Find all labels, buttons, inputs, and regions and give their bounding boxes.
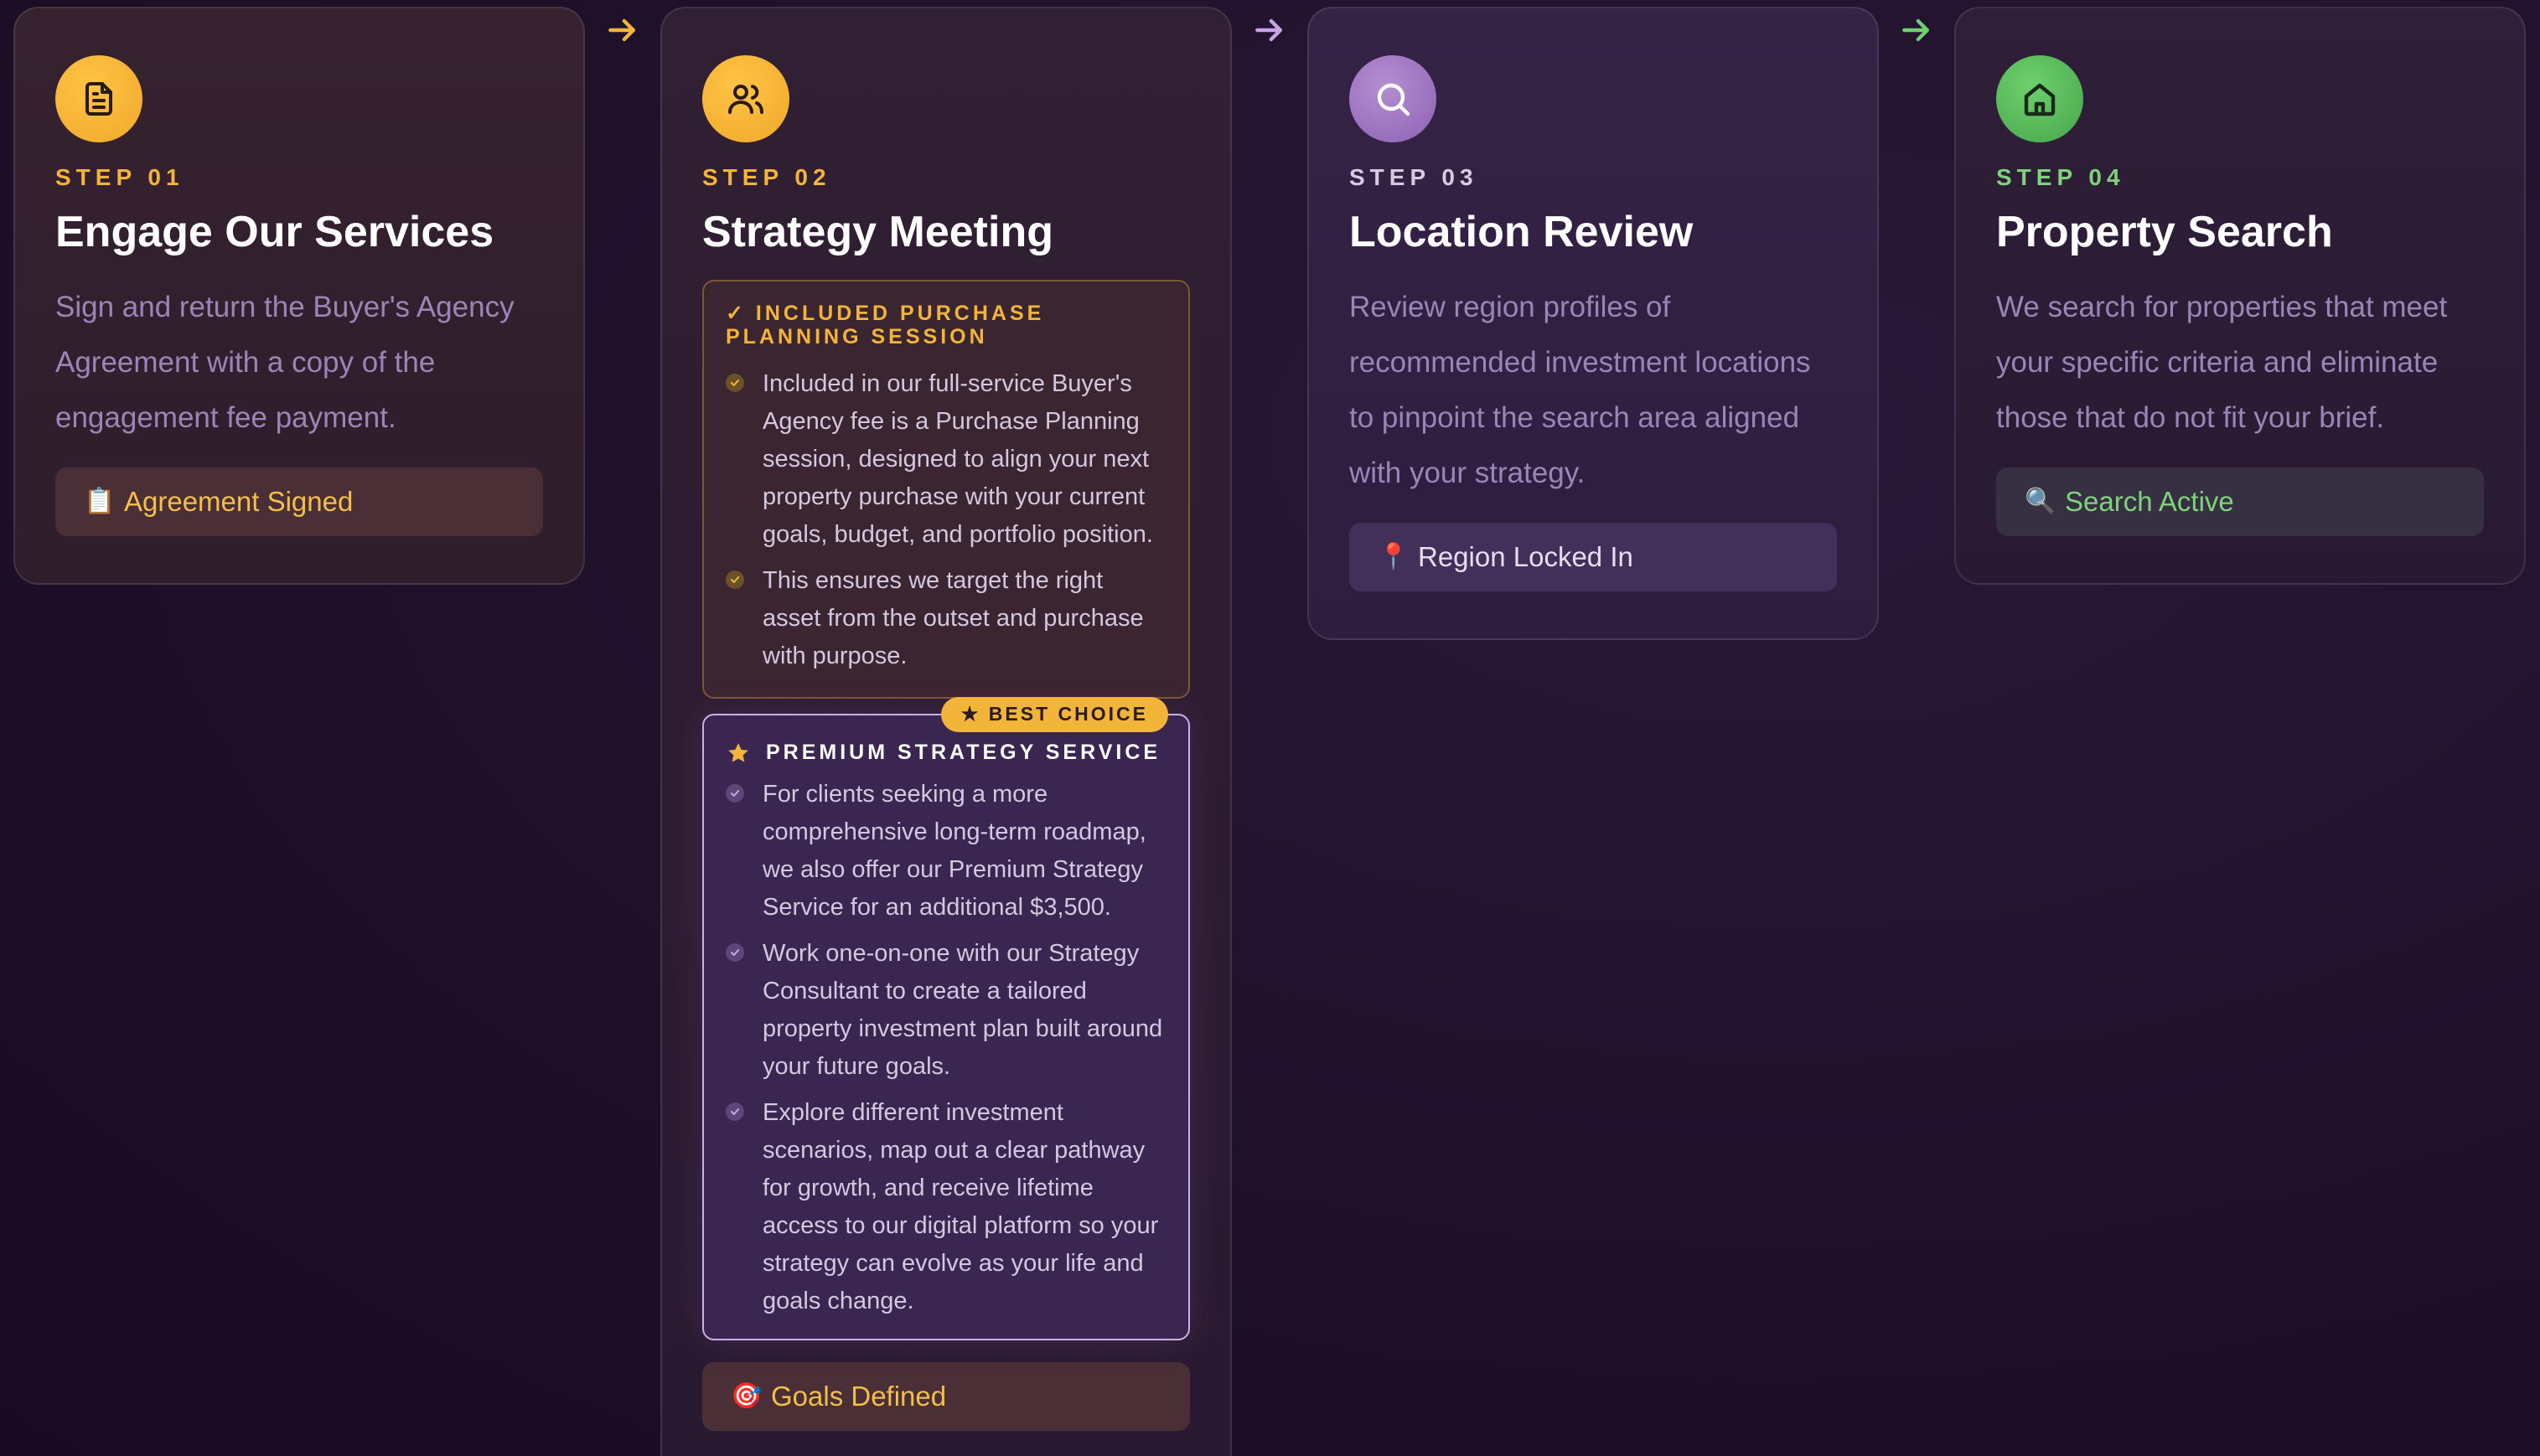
home-icon [1996, 55, 2083, 142]
list-item: Work one-on-one with our Strategy Consul… [726, 935, 1167, 1086]
status-badge: 📋 Agreement Signed [55, 467, 543, 536]
included-session-box: ✓ INCLUDED PURCHASE PLANNING SESSION Inc… [702, 279, 1190, 699]
clipboard-icon: 📋 [84, 488, 116, 516]
step-card-property: STEP 04 Property Search We search for pr… [1954, 7, 2526, 585]
status-label: Agreement Signed [124, 485, 354, 517]
premium-service-box: ★ BEST CHOICE PREMIUM STRATEGY SERVICE F… [702, 696, 1190, 1340]
step-card-strategy: STEP 02 Strategy Meeting ✓ INCLUDED PURC… [660, 7, 1232, 1456]
list-item: Explore different investment scenarios, … [726, 1094, 1167, 1320]
process-steps: STEP 01 Engage Our Services Sign and ret… [0, 0, 2540, 1456]
star-icon [728, 742, 748, 762]
list-item-text: This ensures we target the right asset f… [763, 566, 1144, 669]
users-icon [702, 55, 789, 142]
step-number: STEP 04 [1996, 164, 2125, 190]
list-item-text: Included in our full-service Buyer's Age… [763, 369, 1153, 548]
step-title: Strategy Meeting [702, 208, 1053, 256]
status-badge: 🎯 Goals Defined [702, 1361, 1190, 1431]
step-number: STEP 03 [1349, 164, 1478, 190]
check-icon [726, 1102, 744, 1121]
list-item: For clients seeking a more comprehensive… [726, 776, 1167, 927]
check-icon [726, 373, 744, 392]
step-number: STEP 01 [55, 164, 184, 190]
best-choice-badge: ★ BEST CHOICE [940, 696, 1168, 732]
check-icon [726, 783, 744, 803]
list-item: Included in our full-service Buyer's Age… [726, 365, 1167, 554]
check-icon [726, 570, 744, 589]
premium-service-header: PREMIUM STRATEGY SERVICE [726, 741, 1167, 766]
status-label: Goals Defined [771, 1380, 947, 1412]
included-session-header: ✓ INCLUDED PURCHASE PLANNING SESSION [726, 301, 1045, 349]
document-icon [55, 55, 142, 142]
arrow-right-icon [604, 12, 641, 49]
pin-icon: 📍 [1378, 543, 1410, 571]
magnifier-icon: 🔍 [2025, 488, 2056, 516]
list-item-text: For clients seeking a more comprehensive… [763, 780, 1146, 921]
step-title: Engage Our Services [55, 208, 494, 256]
target-icon: 🎯 [731, 1382, 763, 1411]
check-icon [726, 942, 744, 962]
step-title: Property Search [1996, 208, 2333, 256]
status-label: Search Active [2065, 485, 2234, 517]
search-icon [1349, 55, 1436, 142]
step-title: Location Review [1349, 208, 1694, 256]
step-description: Review region profiles of recommended in… [1349, 290, 1811, 489]
list-item-text: Explore different investment scenarios, … [763, 1098, 1159, 1314]
step-card-engage: STEP 01 Engage Our Services Sign and ret… [13, 7, 585, 585]
list-item-text: Work one-on-one with our Strategy Consul… [763, 939, 1163, 1080]
status-badge: 📍 Region Locked In [1349, 522, 1837, 591]
list-item: This ensures we target the right asset f… [726, 562, 1167, 675]
status-label: Region Locked In [1418, 540, 1633, 572]
arrow-right-icon [1898, 12, 1935, 49]
step-card-location: STEP 03 Location Review Review region pr… [1307, 7, 1879, 640]
arrow-right-icon [1251, 12, 1288, 49]
step-description: We search for properties that meet your … [1996, 290, 2448, 434]
status-badge: 🔍 Search Active [1996, 467, 2484, 536]
step-number: STEP 02 [702, 164, 831, 190]
step-description: Sign and return the Buyer's Agency Agree… [55, 290, 515, 434]
premium-service-title: PREMIUM STRATEGY SERVICE [766, 741, 1161, 765]
